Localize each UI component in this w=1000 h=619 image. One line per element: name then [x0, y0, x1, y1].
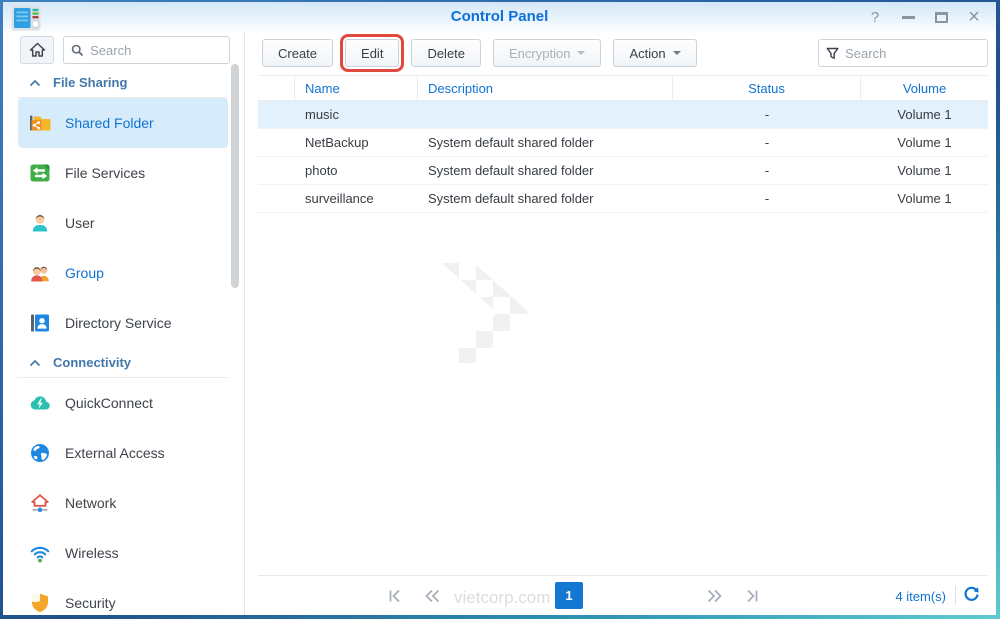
sidebar-search-input[interactable]	[90, 42, 222, 58]
sidebar-item-network[interactable]: Network	[18, 478, 228, 528]
sidebar-item-security[interactable]: Security	[18, 578, 228, 615]
table-row[interactable]: surveillance System default shared folde…	[258, 185, 988, 213]
refresh-icon[interactable]	[963, 586, 980, 603]
sidebar-nav: File Sharing Shared Folder File Services…	[3, 68, 244, 615]
network-icon	[31, 494, 49, 512]
title-bar: Control Panel ? ×	[3, 2, 996, 32]
sidebar-item-quickconnect[interactable]: QuickConnect	[18, 378, 228, 428]
sidebar-item-file-services[interactable]: File Services	[18, 148, 228, 198]
create-button[interactable]: Create	[262, 39, 334, 67]
table-search-input[interactable]	[845, 45, 980, 61]
sidebar-item-label: Wireless	[65, 545, 119, 561]
filter-icon	[826, 47, 839, 59]
sidebar-item-label: File Services	[65, 165, 146, 181]
sidebar-item-label: Group	[65, 265, 104, 281]
sidebar-item-directory-service[interactable]: Directory Service	[18, 298, 228, 348]
delete-button[interactable]: Delete	[411, 39, 482, 67]
watermark-text: vietcorp.com	[454, 588, 551, 607]
pagination-bar: vietcorp.com 1 4 item(s)	[258, 575, 988, 615]
group-icon	[31, 266, 49, 282]
current-page-button[interactable]: 1	[555, 582, 583, 609]
sidebar-scrollbar[interactable]	[231, 64, 239, 288]
section-header-connectivity[interactable]: Connectivity	[17, 348, 228, 378]
background-watermark-chevron	[442, 263, 530, 363]
maximize-icon[interactable]	[933, 11, 949, 23]
column-header-name[interactable]: Name	[295, 76, 418, 100]
sidebar-item-group[interactable]: Group	[18, 248, 228, 298]
chevron-down-icon	[577, 51, 586, 55]
sidebar-item-label: Network	[65, 495, 117, 511]
user-icon	[32, 215, 48, 232]
edit-button[interactable]: Edit	[339, 34, 405, 72]
column-header-description[interactable]: Description	[418, 76, 673, 100]
sidebar-item-label: User	[65, 215, 95, 231]
help-icon[interactable]: ?	[867, 10, 883, 25]
sidebar-item-label: External Access	[65, 445, 165, 461]
control-panel-window: Control Panel ? × Search File Sharing Sh…	[0, 0, 1000, 619]
shared-folder-icon	[30, 115, 51, 131]
security-icon	[32, 593, 48, 613]
sidebar-item-label: QuickConnect	[65, 395, 153, 411]
sidebar-item-label: Security	[65, 595, 116, 611]
sidebar-item-external-access[interactable]: External Access	[18, 428, 228, 478]
globe-icon	[31, 444, 49, 462]
sidebar-item-label: Shared Folder	[65, 115, 154, 131]
last-page-icon[interactable]	[744, 589, 759, 603]
previous-page-icon[interactable]	[424, 589, 441, 603]
first-page-icon[interactable]	[388, 589, 403, 603]
selection-column-header	[258, 76, 295, 100]
toolbar: Create Edit Delete Encryption Action	[258, 34, 988, 72]
sidebar-item-wireless[interactable]: Wireless	[18, 528, 228, 578]
table-header: Name Description Status Volume	[258, 75, 988, 101]
column-header-status[interactable]: Status	[673, 76, 861, 100]
quickconnect-icon	[30, 396, 50, 410]
table-row[interactable]: music - Volume 1	[258, 101, 988, 129]
table-search	[818, 39, 988, 67]
directory-service-icon	[31, 314, 49, 332]
minimize-icon[interactable]	[900, 15, 916, 19]
table-row[interactable]: NetBackup System default shared folder -…	[258, 129, 988, 157]
chevron-up-icon	[29, 359, 41, 366]
encryption-button[interactable]: Encryption	[493, 39, 602, 67]
main-panel: Create Edit Delete Encryption Action Nam…	[245, 32, 996, 615]
home-icon	[29, 42, 45, 57]
home-button[interactable]	[20, 36, 54, 64]
search-icon	[71, 44, 84, 56]
file-services-icon	[30, 164, 50, 182]
chevron-up-icon	[29, 79, 41, 86]
item-count: 4 item(s)	[895, 589, 946, 604]
next-page-icon[interactable]	[706, 589, 723, 603]
column-header-volume[interactable]: Volume	[861, 76, 988, 100]
sidebar-search	[63, 36, 230, 64]
table-row[interactable]: photo System default shared folder - Vol…	[258, 157, 988, 185]
sidebar-item-shared-folder[interactable]: Shared Folder	[18, 98, 228, 148]
sidebar-item-label: Directory Service	[65, 315, 172, 331]
divider	[955, 586, 956, 605]
action-button[interactable]: Action	[613, 39, 697, 67]
sidebar: File Sharing Shared Folder	[3, 32, 245, 615]
wireless-icon	[30, 546, 50, 563]
section-header-file-sharing[interactable]: File Sharing	[17, 68, 228, 98]
page-title: Control Panel	[450, 8, 549, 25]
chevron-down-icon	[672, 51, 681, 55]
sidebar-item-user[interactable]: User	[18, 198, 228, 248]
close-icon[interactable]: ×	[966, 7, 982, 27]
